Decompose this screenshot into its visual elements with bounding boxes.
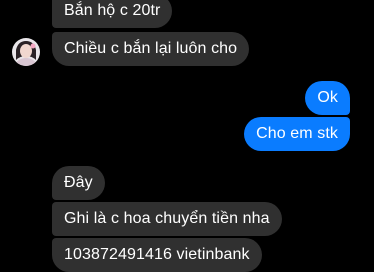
incoming-message-bubble[interactable]: Bắn hộ c 20tr xyxy=(52,0,173,28)
incoming-message-bubble[interactable]: Đây xyxy=(52,166,105,200)
message-text: Cho em stk xyxy=(256,125,338,142)
message-text: Đây xyxy=(64,174,93,191)
message-text: Ghi là c hoa chuyển tiền nha xyxy=(64,210,270,227)
message-text: 103872491416 vietinbank xyxy=(64,246,250,263)
incoming-message-bubble[interactable]: 103872491416 vietinbank xyxy=(52,238,262,272)
outgoing-message-bubble[interactable]: Ok xyxy=(305,81,350,115)
incoming-message-bubble[interactable]: Ghi là c hoa chuyển tiền nha xyxy=(52,202,282,236)
message-text: Ok xyxy=(317,89,338,106)
contact-avatar[interactable] xyxy=(12,38,40,66)
message-text: Chiều c bắn lại luôn cho xyxy=(64,40,238,57)
outgoing-message-bubble[interactable]: Cho em stk xyxy=(244,117,350,151)
message-text: Bắn hộ c 20tr xyxy=(64,2,161,19)
incoming-message-bubble[interactable]: Chiều c bắn lại luôn cho xyxy=(52,32,250,66)
contact-avatar-icon xyxy=(12,38,40,66)
